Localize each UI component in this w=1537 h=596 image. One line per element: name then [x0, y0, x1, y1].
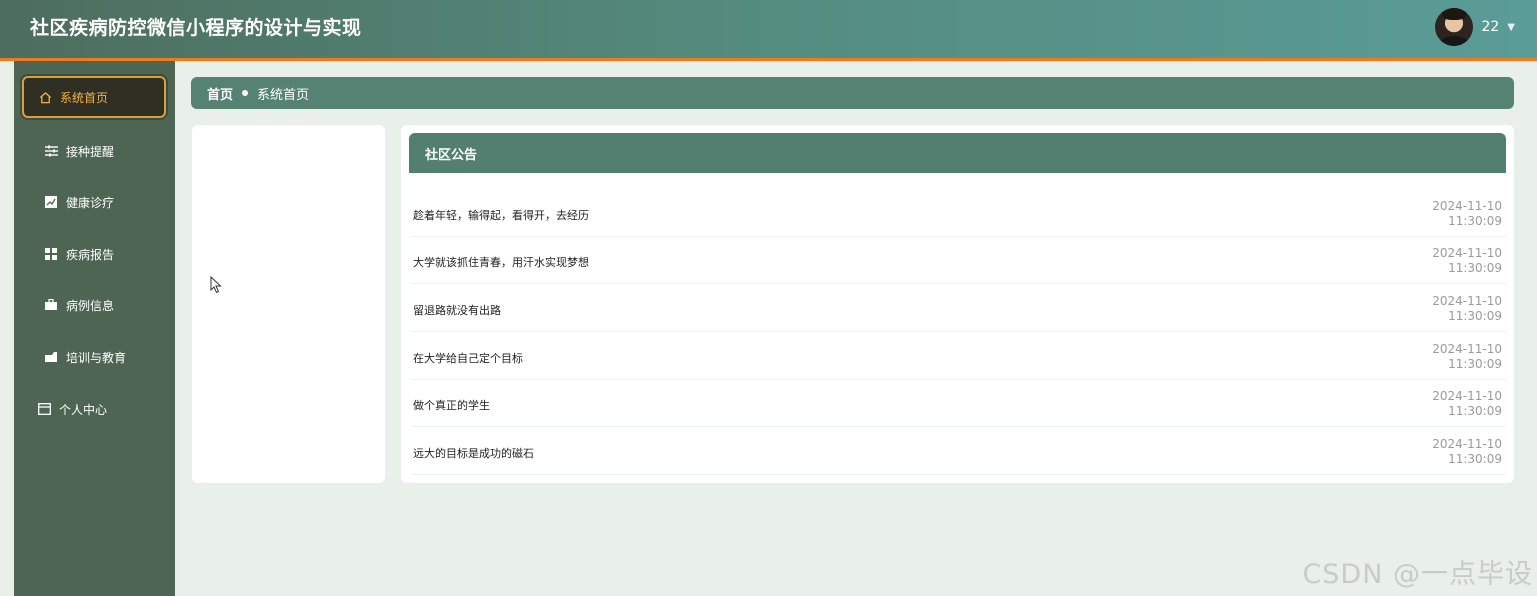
- left-panel: [192, 125, 385, 483]
- sidebar-item-disease-report[interactable]: 疾病报告: [22, 233, 166, 275]
- avatar[interactable]: [1435, 8, 1474, 46]
- sidebar-item-label: 系统首页: [60, 90, 109, 105]
- notice-item-clock: 11:30:09: [1448, 261, 1502, 275]
- notice-item-title[interactable]: 做个真正的学生: [413, 397, 490, 413]
- sidebar-item-label: 接种提醒: [66, 144, 115, 159]
- notice-item-title[interactable]: 大学就该抓住青春，用汗水实现梦想: [413, 254, 589, 270]
- sidebar-item-case-info[interactable]: 病例信息: [22, 284, 166, 326]
- notice-item-title[interactable]: 趁着年轻，输得起，看得开，去经历: [413, 207, 589, 223]
- notice-item-time: 2024-11-10 11:30:09: [1432, 199, 1502, 229]
- notice-item-title[interactable]: 远大的目标是成功的磁石: [413, 445, 534, 461]
- notice-item-date: 2024-11-10: [1432, 246, 1502, 260]
- notice-item[interactable]: 远大的目标是成功的磁石 2024-11-10 11:30:09: [411, 428, 1506, 475]
- user-name[interactable]: 22: [1481, 19, 1499, 35]
- sidebar-item-label: 健康诊疗: [66, 195, 115, 210]
- notice-item-clock: 11:30:09: [1448, 214, 1502, 228]
- notice-item-time: 2024-11-10 11:30:09: [1432, 246, 1502, 276]
- notice-item-time: 2024-11-10 11:30:09: [1432, 294, 1502, 324]
- user-menu[interactable]: 22 ▼: [1435, 8, 1515, 46]
- top-header: 社区疾病防控微信小程序的设计与实现 22 ▼: [0, 0, 1537, 61]
- mouse-pointer-icon: [210, 275, 222, 298]
- notice-panel-title: 社区公告: [409, 133, 1506, 173]
- sidebar: 系统首页 接种提醒 健康诊疗 疾病报告 病例信息 培训与教育 个人中心: [14, 61, 175, 596]
- notice-item-clock: 11:30:09: [1448, 309, 1502, 323]
- notice-item-date: 2024-11-10: [1432, 199, 1502, 213]
- notice-item-date: 2024-11-10: [1432, 342, 1502, 356]
- briefcase-icon: [44, 298, 58, 312]
- notice-item-clock: 11:30:09: [1448, 452, 1502, 466]
- notice-item[interactable]: 留退路就没有出路 2024-11-10 11:30:09: [411, 285, 1506, 332]
- sidebar-item-health[interactable]: 健康诊疗: [22, 181, 166, 223]
- sidebar-item-vaccination[interactable]: 接种提醒: [22, 130, 166, 172]
- grid-icon: [44, 247, 58, 261]
- app-title: 社区疾病防控微信小程序的设计与实现: [30, 17, 362, 39]
- notice-item-title[interactable]: 留退路就没有出路: [413, 302, 501, 318]
- notice-item[interactable]: 趁着年轻，输得起，看得开，去经历 2024-11-10 11:30:09: [411, 190, 1506, 237]
- breadcrumb-home[interactable]: 首页: [207, 84, 233, 103]
- notice-item[interactable]: 做个真正的学生 2024-11-10 11:30:09: [411, 380, 1506, 427]
- notice-item-clock: 11:30:09: [1448, 404, 1502, 418]
- watermark: CSDN @一点毕设: [1302, 559, 1533, 590]
- sidebar-item-home[interactable]: 系统首页: [22, 76, 166, 118]
- breadcrumb-current: 系统首页: [257, 87, 310, 103]
- notice-item-clock: 11:30:09: [1448, 357, 1502, 371]
- notice-item-date: 2024-11-10: [1432, 294, 1502, 308]
- notice-item-time: 2024-11-10 11:30:09: [1432, 342, 1502, 372]
- notice-panel: 社区公告 趁着年轻，输得起，看得开，去经历 2024-11-10 11:30:0…: [401, 125, 1514, 483]
- bookmark-icon: [44, 350, 58, 364]
- notice-item-date: 2024-11-10: [1432, 437, 1502, 451]
- notice-item-time: 2024-11-10 11:30:09: [1432, 437, 1502, 467]
- chevron-down-icon[interactable]: ▼: [1507, 22, 1515, 33]
- sliders-icon: [44, 144, 58, 158]
- sidebar-item-label: 个人中心: [59, 402, 108, 417]
- notice-item[interactable]: 大学就该抓住青春，用汗水实现梦想 2024-11-10 11:30:09: [411, 237, 1506, 284]
- sidebar-item-label: 病例信息: [66, 298, 115, 313]
- notice-item-title[interactable]: 在大学给自己定个目标: [413, 350, 523, 366]
- home-icon: [38, 90, 52, 104]
- chart-icon: [44, 195, 58, 209]
- notice-item-time: 2024-11-10 11:30:09: [1432, 389, 1502, 419]
- sidebar-item-personal-center[interactable]: 个人中心: [22, 388, 166, 430]
- card-icon: [37, 402, 51, 416]
- breadcrumb-separator: [242, 90, 249, 96]
- breadcrumb: 首页 系统首页: [191, 77, 1514, 109]
- sidebar-item-training[interactable]: 培训与教育: [22, 336, 166, 378]
- sidebar-item-label: 培训与教育: [66, 350, 127, 365]
- notice-item-date: 2024-11-10: [1432, 389, 1502, 403]
- notice-item[interactable]: 在大学给自己定个目标 2024-11-10 11:30:09: [411, 333, 1506, 380]
- sidebar-item-label: 疾病报告: [66, 247, 115, 262]
